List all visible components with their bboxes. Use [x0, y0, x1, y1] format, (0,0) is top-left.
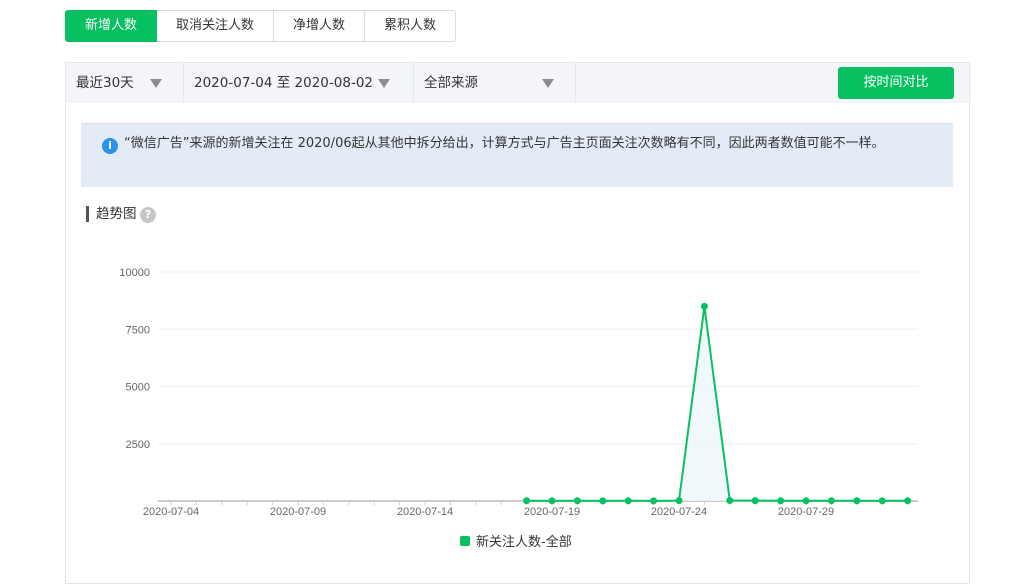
x-tick-label: 2020-07-04	[143, 506, 199, 518]
data-point	[777, 497, 785, 505]
legend-label: 新关注人数-全部	[476, 535, 572, 550]
chart-legend[interactable]: 新关注人数-全部	[460, 531, 572, 550]
x-tick-label: 2020-07-24	[651, 506, 707, 518]
data-point	[599, 497, 607, 505]
data-point	[624, 497, 632, 505]
tab-cumulative[interactable]: 累积人数	[365, 10, 457, 42]
data-point	[650, 497, 658, 505]
y-tick-label: 5000	[126, 382, 150, 394]
tab-unfollowers[interactable]: 取消关注人数	[157, 10, 275, 42]
trend-chart: 2500 5000 7500 10000 2020-07-04 2020-07-09 202…	[119, 267, 918, 518]
data-point	[904, 497, 912, 505]
data-point	[853, 497, 861, 505]
data-point	[751, 497, 759, 505]
data-point	[827, 497, 835, 505]
stats-panel: 最近30天 2020-07-04 至 2020-08-02 全部来源 按时间对比…	[65, 62, 970, 584]
y-tick-label: 7500	[126, 324, 150, 336]
x-tick-label: 2020-07-09	[270, 506, 326, 518]
data-point	[523, 497, 531, 505]
x-tick-label: 2020-07-14	[397, 506, 453, 518]
data-point	[726, 497, 734, 505]
tab-net-growth[interactable]: 净增人数	[274, 10, 366, 42]
data-point	[548, 497, 556, 505]
tab-new-followers[interactable]: 新增人数	[65, 10, 158, 42]
data-point	[700, 302, 708, 310]
data-point	[878, 497, 886, 505]
x-tick-label: 2020-07-29	[778, 506, 834, 518]
legend-swatch	[460, 535, 470, 546]
x-tick-label: 2020-07-19	[524, 506, 580, 518]
y-tick-label: 10000	[119, 267, 150, 279]
data-point	[675, 497, 683, 505]
y-tick-label: 2500	[126, 439, 150, 451]
metric-tabs: 新增人数 取消关注人数 净增人数 累积人数	[65, 10, 457, 42]
data-point	[573, 497, 581, 505]
data-point	[802, 497, 810, 505]
